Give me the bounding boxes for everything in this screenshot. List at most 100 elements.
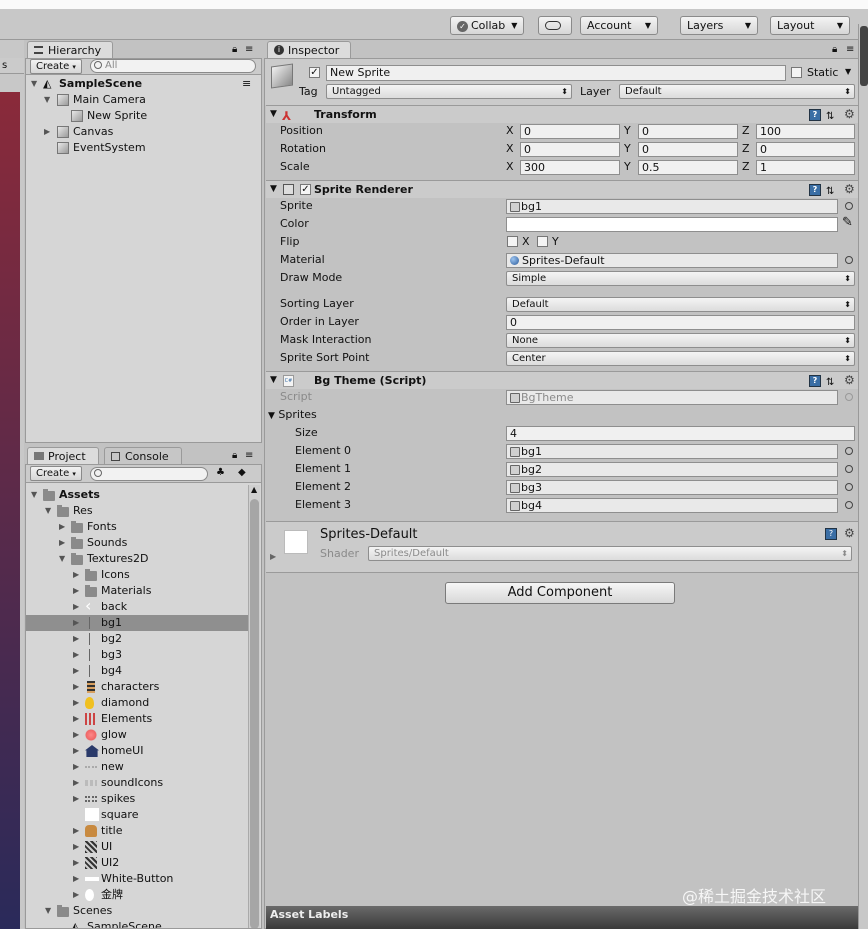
fold-closed-icon[interactable]: ▶	[73, 679, 79, 695]
panel-menu-icon[interactable]: ≡	[245, 450, 253, 461]
help-icon[interactable]: ?	[809, 375, 821, 387]
project-tree-item[interactable]: ▶ bg2	[26, 631, 248, 647]
filter-by-type-icon[interactable]: ♣	[216, 467, 225, 478]
hierarchy-item[interactable]: EventSystem	[26, 140, 261, 156]
material-field[interactable]: Sprites-Default	[506, 253, 838, 268]
project-tree-item[interactable]: ◭ SampleScene	[26, 919, 248, 928]
project-tree-item[interactable]: ▶ glow	[26, 727, 248, 743]
shader-dropdown[interactable]: Sprites/Default	[368, 546, 852, 561]
fold-closed-icon[interactable]: ▶	[73, 727, 79, 743]
eyedropper-icon[interactable]: ✎	[842, 215, 853, 230]
rotation-x-input[interactable]: 0	[520, 142, 620, 157]
fold-open-icon[interactable]: ▼	[59, 551, 65, 567]
asset-labels-bar[interactable]: Asset Labels	[266, 906, 860, 929]
account-button[interactable]: Account ▼	[580, 16, 658, 35]
order-in-layer-input[interactable]: 0	[506, 315, 855, 330]
project-tree-item[interactable]: ▶ new	[26, 759, 248, 775]
sprites-array-label[interactable]: ▼ Sprites	[268, 407, 317, 423]
sprite-field[interactable]: bg1	[506, 199, 838, 214]
hierarchy-create-button[interactable]: Create ▾	[30, 59, 82, 74]
sprite-renderer-enabled-checkbox[interactable]: ✓	[300, 184, 311, 195]
position-x-axis-label[interactable]: X	[506, 123, 514, 139]
fold-closed-icon[interactable]: ▶	[59, 519, 65, 535]
element-sprite-field[interactable]: bg4	[506, 498, 838, 513]
fold-closed-icon[interactable]: ▶	[73, 663, 79, 679]
add-component-button[interactable]: Add Component	[445, 582, 675, 604]
fold-closed-icon[interactable]: ▶	[73, 711, 79, 727]
transform-header[interactable]: ▼ ⅄ Transform ? ⇅ ⚙	[266, 105, 860, 123]
fold-closed-icon[interactable]: ▶	[73, 823, 79, 839]
rotation-z-axis-label[interactable]: Z	[742, 141, 750, 157]
project-tree-item[interactable]: ▶ Elements	[26, 711, 248, 727]
element-sprite-field[interactable]: bg2	[506, 462, 838, 477]
project-tree-item[interactable]: ▶ Materials	[26, 583, 248, 599]
fold-closed-icon[interactable]: ▶	[73, 743, 79, 759]
size-input[interactable]: 4	[506, 426, 855, 441]
fold-closed-icon[interactable]: ▶	[73, 791, 79, 807]
rotation-x-axis-label[interactable]: X	[506, 141, 514, 157]
fold-closed-icon[interactable]: ▶	[73, 631, 79, 647]
sorting-layer-dropdown[interactable]: Default	[506, 297, 855, 312]
scale-y-axis-label[interactable]: Y	[624, 159, 631, 175]
position-y-axis-label[interactable]: Y	[624, 123, 631, 139]
rotation-y-input[interactable]: 0	[638, 142, 738, 157]
project-tree-item[interactable]: ▶ homeUI	[26, 743, 248, 759]
tab-project[interactable]: Project	[27, 447, 99, 465]
gear-icon[interactable]: ⚙	[844, 108, 855, 120]
fold-open-icon[interactable]: ▼	[45, 503, 51, 519]
help-icon[interactable]: ?	[809, 109, 821, 121]
static-checkbox[interactable]	[791, 67, 802, 78]
tab-console[interactable]: Console	[104, 447, 182, 465]
project-tree-item[interactable]: ▶ bg3	[26, 647, 248, 663]
project-tree-item[interactable]: ▶ White-Button	[26, 871, 248, 887]
project-tree-item[interactable]: ▶ UI2	[26, 855, 248, 871]
flip-x-checkbox[interactable]	[507, 236, 518, 247]
lock-icon[interactable]: 🔒︎	[232, 44, 237, 55]
project-tree-item[interactable]: ▶ Sounds	[26, 535, 248, 551]
tab-inspector[interactable]: i Inspector	[267, 41, 351, 59]
position-x-input[interactable]: 0	[520, 124, 620, 139]
help-icon[interactable]: ?	[809, 184, 821, 196]
project-tree-item[interactable]: ▼ Textures2D	[26, 551, 248, 567]
bg-theme-header[interactable]: ▼ C# Bg Theme (Script) ? ⇅ ⚙	[266, 371, 860, 389]
fold-closed-icon[interactable]: ▶	[73, 855, 79, 871]
fold-closed-icon[interactable]: ▶	[73, 615, 79, 631]
hierarchy-search-input[interactable]: All	[90, 59, 256, 73]
project-tree-item[interactable]: ▼ Res	[26, 503, 248, 519]
gear-icon[interactable]: ⚙	[844, 527, 855, 539]
fold-closed-icon[interactable]: ▶	[73, 583, 79, 599]
static-dropdown-icon[interactable]: ▼	[845, 67, 851, 76]
project-tree-item[interactable]: ▶ UI	[26, 839, 248, 855]
object-name-input[interactable]: New Sprite	[326, 65, 786, 81]
tag-dropdown[interactable]: Untagged	[326, 84, 572, 99]
project-scrollbar[interactable]: ▲	[248, 485, 260, 928]
fold-closed-icon[interactable]: ▶	[73, 871, 79, 887]
scale-x-axis-label[interactable]: X	[506, 159, 514, 175]
tab-hierarchy[interactable]: Hierarchy	[27, 41, 113, 59]
project-tree-item[interactable]: ▶ soundIcons	[26, 775, 248, 791]
project-tree-item[interactable]: square	[26, 807, 248, 823]
project-search-input[interactable]	[90, 467, 208, 481]
project-tree-item[interactable]: ▶ Icons	[26, 567, 248, 583]
element-sprite-field[interactable]: bg3	[506, 480, 838, 495]
fold-closed-icon[interactable]: ▶	[73, 647, 79, 663]
hierarchy-item[interactable]: New Sprite	[26, 108, 261, 124]
position-z-input[interactable]: 100	[756, 124, 855, 139]
mask-interaction-dropdown[interactable]: None	[506, 333, 855, 348]
gear-icon[interactable]: ⚙	[844, 374, 855, 386]
object-picker-icon[interactable]	[845, 501, 853, 509]
draw-mode-dropdown[interactable]: Simple	[506, 271, 855, 286]
project-tree-item[interactable]: ▶ title	[26, 823, 248, 839]
fold-open-icon[interactable]: ▼	[31, 487, 37, 503]
gear-icon[interactable]: ⚙	[844, 183, 855, 195]
project-tree-item[interactable]: ▶ 金牌	[26, 887, 248, 903]
scrollbar-thumb[interactable]	[250, 499, 259, 928]
fold-closed-icon[interactable]: ▶	[73, 759, 79, 775]
sprite-sort-point-dropdown[interactable]: Center	[506, 351, 855, 366]
fold-closed-icon[interactable]: ▶	[73, 695, 79, 711]
scroll-up-icon[interactable]: ▲	[251, 485, 257, 494]
lock-icon[interactable]: 🔒︎	[832, 44, 837, 55]
layout-button[interactable]: Layout ▼	[770, 16, 850, 35]
panel-menu-icon[interactable]: ≡	[245, 44, 253, 55]
project-create-button[interactable]: Create ▾	[30, 466, 82, 481]
